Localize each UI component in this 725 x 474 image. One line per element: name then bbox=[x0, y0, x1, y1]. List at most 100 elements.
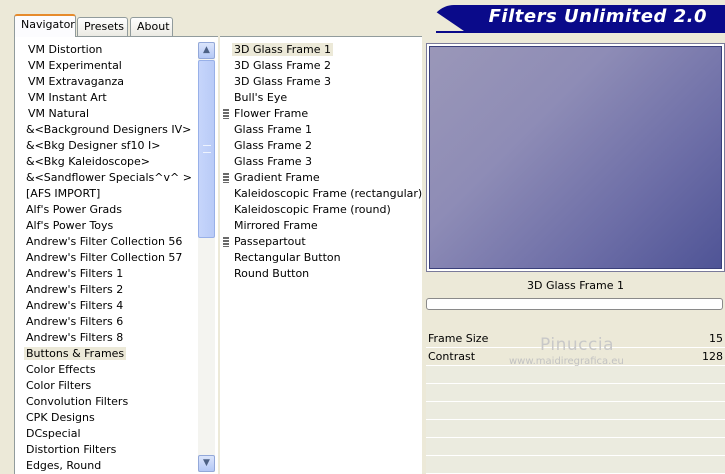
preview-image bbox=[429, 46, 722, 269]
category-scrollbar[interactable]: ▲ ▼ bbox=[198, 42, 215, 472]
category-item[interactable]: Color Filters bbox=[22, 378, 198, 394]
title-banner: Filters Unlimited 2.0 bbox=[430, 5, 725, 31]
category-item[interactable]: &<Sandflower Specials^v^ > bbox=[22, 170, 198, 186]
app-title: Filters Unlimited 2.0 bbox=[488, 6, 707, 27]
category-item[interactable]: CPK Designs bbox=[22, 410, 198, 426]
category-label: &<Bkg Kaleidoscope> bbox=[26, 155, 151, 168]
category-label: Alf's Power Grads bbox=[26, 203, 122, 216]
category-label: Andrew's Filters 6 bbox=[26, 315, 124, 328]
parameter-value[interactable]: 128 bbox=[702, 348, 723, 365]
category-label: VM Natural bbox=[28, 107, 90, 120]
filter-item[interactable]: Glass Frame 3 bbox=[222, 154, 418, 170]
category-label: Andrew's Filter Collection 56 bbox=[26, 235, 183, 248]
category-item[interactable]: VM Experimental bbox=[22, 58, 198, 74]
category-label: Distortion Filters bbox=[26, 443, 117, 456]
tab-label: About bbox=[137, 20, 170, 33]
category-label: Edges, Round bbox=[26, 459, 102, 472]
category-item[interactable]: Convolution Filters bbox=[22, 394, 198, 410]
chevron-down-icon: ▼ bbox=[203, 458, 210, 468]
filter-label: Gradient Frame bbox=[234, 171, 320, 184]
filter-list[interactable]: 3D Glass Frame 1 3D Glass Frame 2 3D Glass… bbox=[222, 42, 422, 474]
category-item[interactable]: Alf's Power Toys bbox=[22, 218, 198, 234]
filter-item[interactable]: Kaleidoscopic Frame (rectangular) bbox=[222, 186, 422, 202]
progress-bar bbox=[426, 298, 723, 310]
filter-label: Glass Frame 1 bbox=[234, 123, 313, 136]
category-label: Color Filters bbox=[26, 379, 92, 392]
category-label: Color Effects bbox=[26, 363, 96, 376]
filter-label: Kaleidoscopic Frame (round) bbox=[234, 203, 391, 216]
grip-icon bbox=[203, 145, 211, 153]
category-item[interactable]: DCspecial bbox=[22, 426, 198, 442]
category-item[interactable]: Andrew's Filters 4 bbox=[22, 298, 198, 314]
filter-label: 3D Glass Frame 2 bbox=[234, 59, 332, 72]
category-item[interactable]: Distortion Filters bbox=[22, 442, 198, 458]
category-item[interactable]: Edges, Round bbox=[22, 458, 198, 474]
category-item[interactable]: VM Natural bbox=[22, 106, 198, 122]
empty-parameter-row bbox=[426, 384, 725, 402]
filter-item[interactable]: Glass Frame 2 bbox=[222, 138, 418, 154]
category-item[interactable]: VM Extravaganza bbox=[22, 74, 198, 90]
category-item[interactable]: [AFS IMPORT] bbox=[22, 186, 198, 202]
category-item[interactable]: Andrew's Filters 6 bbox=[22, 314, 198, 330]
filter-item[interactable]: Round Button bbox=[222, 266, 418, 282]
scroll-up-button[interactable]: ▲ bbox=[198, 42, 215, 59]
category-label: Andrew's Filters 1 bbox=[26, 267, 124, 280]
category-label: Convolution Filters bbox=[26, 395, 129, 408]
filter-item[interactable]: Passepartout bbox=[222, 234, 418, 250]
category-label: Alf's Power Toys bbox=[26, 219, 114, 232]
edit-marker-icon bbox=[223, 109, 229, 119]
filter-label: 3D Glass Frame 3 bbox=[234, 75, 332, 88]
category-label: VM Experimental bbox=[28, 59, 122, 72]
empty-parameter-row bbox=[426, 456, 725, 474]
tab-navigator[interactable]: Navigator bbox=[14, 14, 76, 37]
category-item[interactable]: Andrew's Filters 8 bbox=[22, 330, 198, 346]
parameter-name: Frame Size bbox=[428, 332, 489, 345]
category-item[interactable]: Andrew's Filters 2 bbox=[22, 282, 198, 298]
filter-label: Kaleidoscopic Frame (rectangular) bbox=[234, 187, 423, 200]
category-label: Andrew's Filter Collection 57 bbox=[26, 251, 183, 264]
parameter-name: Contrast bbox=[428, 350, 476, 363]
category-label: &<Sandflower Specials^v^ > bbox=[26, 171, 192, 184]
filter-item[interactable]: Rectangular Button bbox=[222, 250, 418, 266]
tab-about[interactable]: About bbox=[130, 17, 173, 36]
title-underline bbox=[436, 31, 725, 33]
category-item[interactable]: Andrew's Filters 1 bbox=[22, 266, 198, 282]
filter-item[interactable]: Flower Frame bbox=[222, 106, 418, 122]
category-label: Andrew's Filters 2 bbox=[26, 283, 124, 296]
category-label: CPK Designs bbox=[26, 411, 95, 424]
parameter-value[interactable]: 15 bbox=[709, 330, 723, 347]
filter-item[interactable]: 3D Glass Frame 3 bbox=[222, 74, 418, 90]
filter-label: Passepartout bbox=[234, 235, 306, 248]
category-item[interactable]: Andrew's Filter Collection 56 bbox=[22, 234, 198, 250]
empty-parameter-row bbox=[426, 420, 725, 438]
category-item[interactable]: &<Background Designers IV> bbox=[22, 122, 198, 138]
category-item[interactable]: VM Instant Art bbox=[22, 90, 198, 106]
filter-item[interactable]: 3D Glass Frame 1 bbox=[222, 42, 418, 58]
category-item[interactable]: VM Distortion bbox=[22, 42, 198, 58]
preview-frame bbox=[426, 43, 725, 272]
filter-item[interactable]: Kaleidoscopic Frame (round) bbox=[222, 202, 418, 218]
category-label: Andrew's Filters 8 bbox=[26, 331, 124, 344]
category-item[interactable]: Color Effects bbox=[22, 362, 198, 378]
category-item[interactable]: Alf's Power Grads bbox=[22, 202, 198, 218]
category-item[interactable]: Buttons & Frames bbox=[22, 346, 198, 362]
empty-parameter-row bbox=[426, 438, 725, 456]
filter-label: Glass Frame 2 bbox=[234, 139, 313, 152]
filter-item[interactable]: Glass Frame 1 bbox=[222, 122, 418, 138]
category-label: Andrew's Filters 4 bbox=[26, 299, 124, 312]
category-item[interactable]: Andrew's Filter Collection 57 bbox=[22, 250, 198, 266]
filter-item[interactable]: Mirrored Frame bbox=[222, 218, 418, 234]
filter-item[interactable]: 3D Glass Frame 2 bbox=[222, 58, 418, 74]
category-item[interactable]: &<Bkg Designer sf10 I> bbox=[22, 138, 198, 154]
category-label: VM Extravaganza bbox=[28, 75, 125, 88]
filter-label: Glass Frame 3 bbox=[234, 155, 313, 168]
scroll-thumb[interactable] bbox=[198, 60, 215, 238]
filter-item[interactable]: Gradient Frame bbox=[222, 170, 418, 186]
empty-parameter-row bbox=[426, 402, 725, 420]
category-list[interactable]: VM Distortion VM Experimental VM Extravaga… bbox=[22, 42, 198, 474]
tab-presets[interactable]: Presets bbox=[77, 17, 128, 36]
scroll-down-button[interactable]: ▼ bbox=[198, 455, 215, 472]
category-item[interactable]: &<Bkg Kaleidoscope> bbox=[22, 154, 198, 170]
filter-item[interactable]: Bull's Eye bbox=[222, 90, 418, 106]
filter-label: Bull's Eye bbox=[234, 91, 288, 104]
